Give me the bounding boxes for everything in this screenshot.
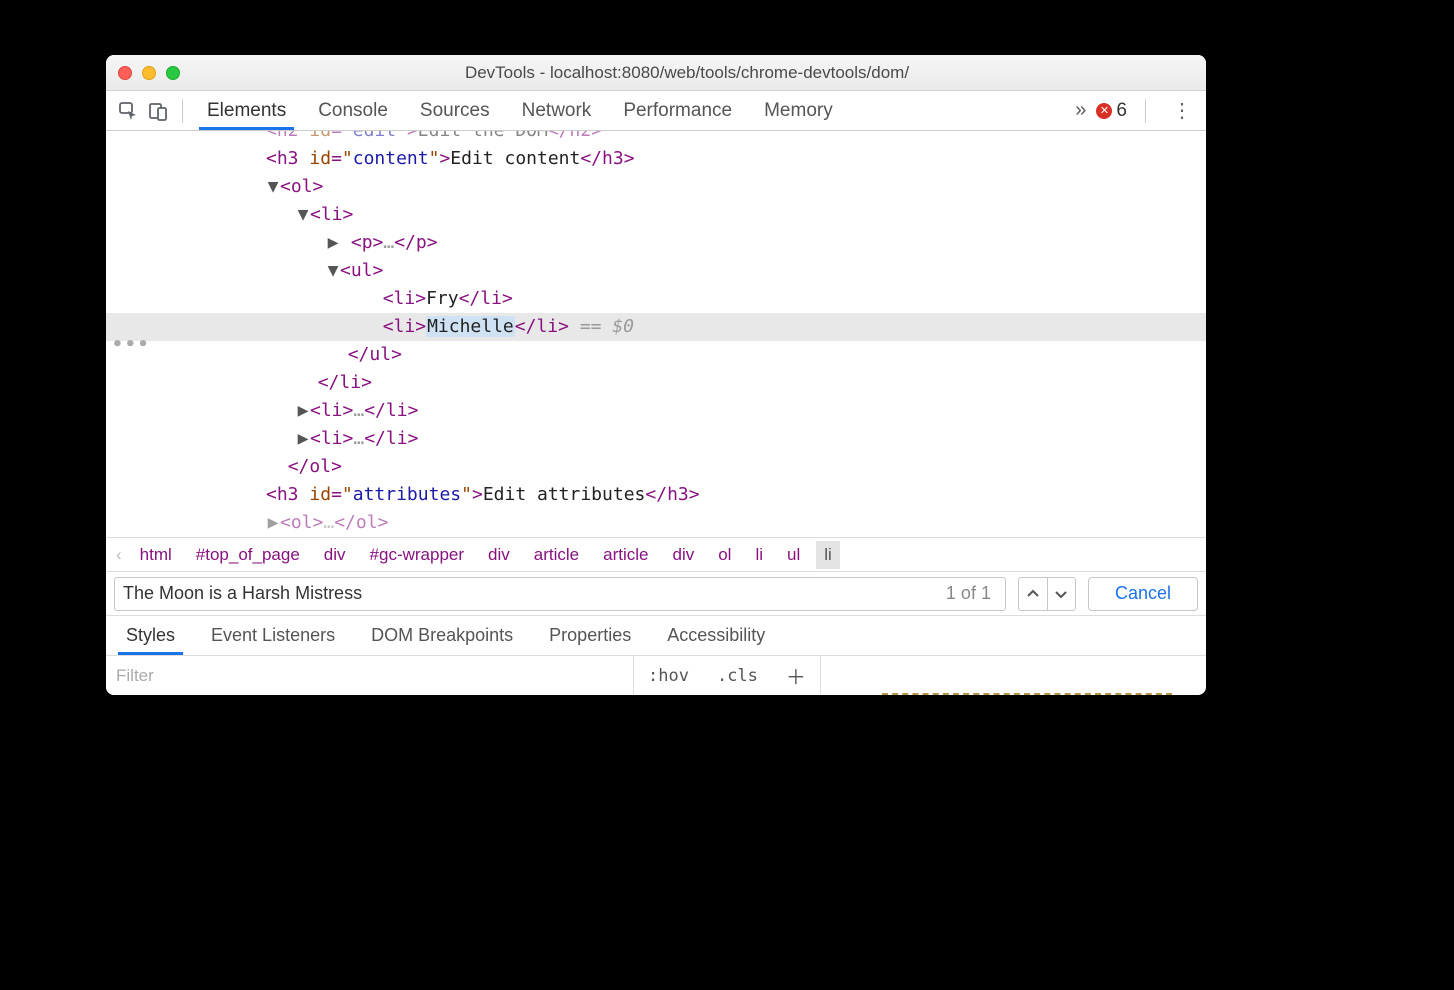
dom-row[interactable]: </ul> [106, 341, 1206, 369]
dom-row[interactable]: ▶<ol>…</ol> [106, 509, 1206, 537]
row-actions-icon[interactable]: ••• [112, 331, 151, 359]
dom-row[interactable]: ▶ <p>…</p> [106, 229, 1206, 257]
subtab-dom-breakpoints[interactable]: DOM Breakpoints [353, 616, 531, 655]
search-prev-button[interactable] [1019, 578, 1047, 610]
tab-memory[interactable]: Memory [748, 91, 849, 130]
new-style-rule-button[interactable]: ＋ [772, 661, 820, 690]
dom-breadcrumb: ‹ html #top_of_page div #gc-wrapper div … [106, 537, 1206, 571]
chevron-up-icon [1027, 588, 1039, 600]
main-toolbar: Elements Console Sources Network Perform… [106, 91, 1206, 131]
dom-row[interactable]: <h3 id="attributes">Edit attributes</h3> [106, 481, 1206, 509]
more-tabs-icon[interactable]: » [1075, 99, 1086, 122]
breadcrumb-item[interactable]: #gc-wrapper [362, 541, 473, 569]
breadcrumb-item[interactable]: div [664, 541, 702, 569]
maximize-window-button[interactable] [166, 66, 180, 80]
styles-filter-bar: :hov .cls ＋ [106, 655, 1206, 695]
dom-row[interactable]: ▼<li> [106, 201, 1206, 229]
elements-dom-tree[interactable]: ••• <h2 id="edit">Edit the DOM</h2> <h3 … [106, 131, 1206, 537]
expand-toggle-icon[interactable]: ▼ [296, 201, 310, 229]
traffic-lights [118, 66, 180, 80]
error-count: 6 [1116, 100, 1127, 122]
selected-marker: == $0 [580, 316, 634, 337]
dom-row[interactable]: <h3 id="content">Edit content</h3> [106, 145, 1206, 173]
minimize-window-button[interactable] [142, 66, 156, 80]
dom-row[interactable]: <li>Fry</li> [106, 285, 1206, 313]
search-box[interactable]: 1 of 1 [114, 577, 1006, 611]
breadcrumb-item[interactable]: div [316, 541, 354, 569]
expand-toggle-icon[interactable]: ▼ [326, 257, 340, 285]
styles-subpanel-tabs: Styles Event Listeners DOM Breakpoints P… [106, 615, 1206, 655]
inline-style-placeholder [882, 693, 1172, 695]
devtools-window: DevTools - localhost:8080/web/tools/chro… [106, 55, 1206, 695]
search-next-button[interactable] [1047, 578, 1075, 610]
styles-filter-input[interactable] [106, 656, 634, 695]
chevron-down-icon [1055, 588, 1067, 600]
device-toggle-icon[interactable] [148, 101, 168, 121]
expand-toggle-icon[interactable]: ▶ [326, 229, 340, 257]
expand-toggle-icon[interactable]: ▼ [266, 173, 280, 201]
inspect-element-icon[interactable] [118, 101, 138, 121]
tab-console[interactable]: Console [302, 91, 404, 130]
panel-tabs: Elements Console Sources Network Perform… [191, 91, 849, 130]
breadcrumb-item[interactable]: div [480, 541, 518, 569]
breadcrumb-item[interactable]: article [595, 541, 656, 569]
search-result-count: 1 of 1 [940, 583, 997, 604]
close-window-button[interactable] [118, 66, 132, 80]
subtab-event-listeners[interactable]: Event Listeners [193, 616, 353, 655]
breadcrumb-item[interactable]: ol [710, 541, 739, 569]
breadcrumb-item[interactable]: ul [779, 541, 808, 569]
breadcrumb-item[interactable]: li [747, 541, 771, 569]
tab-elements[interactable]: Elements [191, 91, 302, 130]
window-title: DevTools - localhost:8080/web/tools/chro… [180, 63, 1194, 83]
breadcrumb-item[interactable]: #top_of_page [188, 541, 308, 569]
breadcrumb-item[interactable]: html [132, 541, 180, 569]
dom-row[interactable]: </ol> [106, 453, 1206, 481]
breadcrumb-item[interactable]: article [526, 541, 587, 569]
expand-toggle-icon[interactable]: ▶ [296, 397, 310, 425]
search-bar: 1 of 1 Cancel [106, 571, 1206, 615]
dom-row[interactable]: ▼<ul> [106, 257, 1206, 285]
tab-performance[interactable]: Performance [607, 91, 748, 130]
subtab-styles[interactable]: Styles [108, 616, 193, 655]
cls-toggle-button[interactable]: .cls [703, 666, 772, 686]
search-stepper [1018, 577, 1076, 611]
dom-row-selected[interactable]: <li>Michelle</li> == $0 [106, 313, 1206, 341]
selected-text[interactable]: Michelle [426, 316, 515, 337]
titlebar: DevTools - localhost:8080/web/tools/chro… [106, 55, 1206, 91]
hov-toggle-button[interactable]: :hov [634, 666, 703, 686]
tab-sources[interactable]: Sources [404, 91, 506, 130]
subtab-accessibility[interactable]: Accessibility [649, 616, 783, 655]
error-count-badge[interactable]: ✕ 6 [1096, 100, 1127, 122]
breadcrumb-item-selected[interactable]: li [816, 541, 840, 569]
expand-toggle-icon[interactable]: ▶ [296, 425, 310, 453]
tab-network[interactable]: Network [506, 91, 608, 130]
error-icon: ✕ [1096, 103, 1112, 119]
settings-menu-icon[interactable]: ⋮ [1164, 98, 1200, 123]
dom-row[interactable]: ▶<li>…</li> [106, 425, 1206, 453]
search-input[interactable] [123, 583, 940, 604]
dom-row[interactable]: ▼<ol> [106, 173, 1206, 201]
breadcrumb-scroll-left-icon[interactable]: ‹ [114, 541, 124, 569]
dom-row[interactable]: ▶<li>…</li> [106, 397, 1206, 425]
dom-row[interactable]: <h2 id="edit">Edit the DOM</h2> [106, 131, 1206, 145]
search-cancel-button[interactable]: Cancel [1088, 577, 1198, 611]
dom-row[interactable]: </li> [106, 369, 1206, 397]
subtab-properties[interactable]: Properties [531, 616, 649, 655]
